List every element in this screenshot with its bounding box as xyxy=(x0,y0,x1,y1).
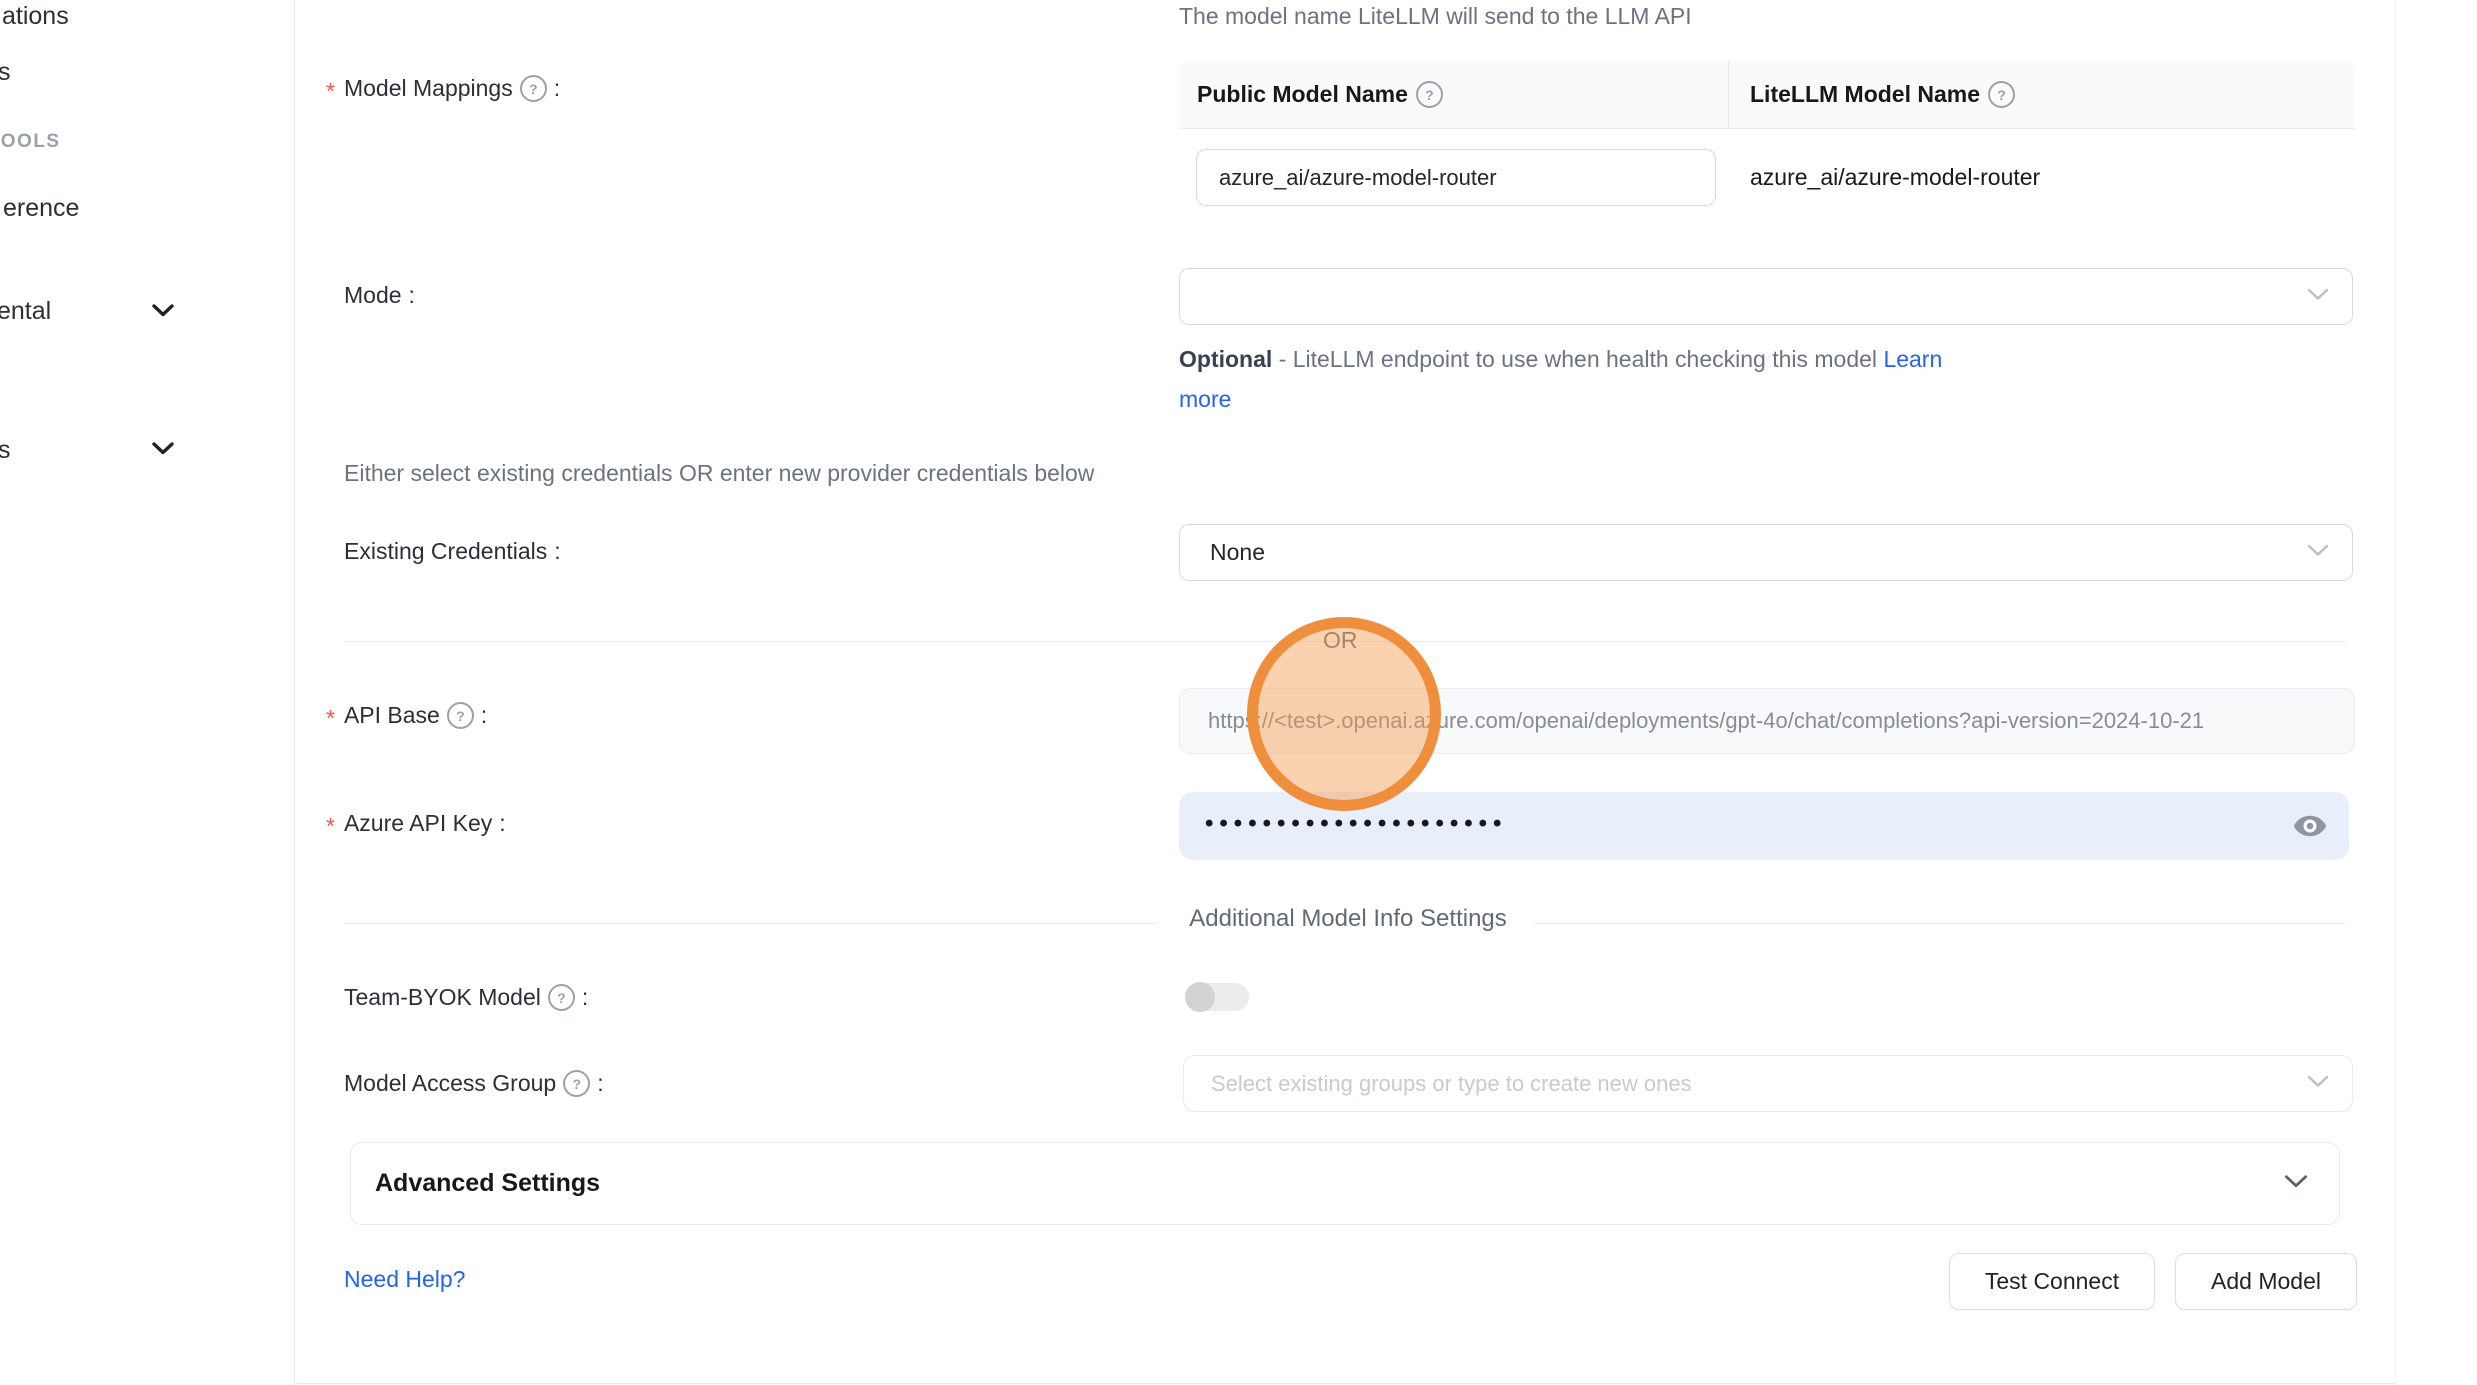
or-divider-label: OR xyxy=(1313,627,1368,654)
learn-more-link[interactable]: Learn xyxy=(1883,346,1942,372)
sidebar-section-tools: TOOLS xyxy=(0,131,61,153)
team-byok-label-text: Team-BYOK Model xyxy=(344,984,541,1011)
sidebar-item-5[interactable]: s xyxy=(0,436,11,465)
api-base-label-text: API Base xyxy=(344,702,440,729)
sidebar: ations s TOOLS erence ental s xyxy=(0,0,295,1385)
help-icon[interactable]: ? xyxy=(548,984,575,1011)
chevron-down-icon xyxy=(2306,1074,2330,1094)
chevron-down-icon xyxy=(2283,1173,2309,1194)
chevron-down-icon xyxy=(2306,287,2330,307)
panel-bottom-border xyxy=(297,1383,2395,1384)
azure-api-key-label: * Azure API Key : xyxy=(326,810,506,837)
azure-api-key-input[interactable]: ••••••••••••••••••••• xyxy=(1179,792,2349,860)
mode-hint-line1: Optional - LiteLLM endpoint to use when … xyxy=(1179,346,1942,373)
colon: : xyxy=(554,75,560,102)
help-icon[interactable]: ? xyxy=(520,75,547,102)
model-mappings-label: * Model Mappings ? : xyxy=(326,75,560,102)
credentials-hint: Either select existing credentials OR en… xyxy=(344,460,1094,487)
sidebar-item-4[interactable]: ental xyxy=(0,297,51,326)
colon: : xyxy=(409,282,415,309)
public-model-name-header-text: Public Model Name xyxy=(1197,81,1408,108)
required-asterisk: * xyxy=(326,78,335,105)
chevron-down-icon xyxy=(2306,543,2330,563)
advanced-settings-panel[interactable]: Advanced Settings xyxy=(350,1142,2340,1225)
model-access-group-label: Model Access Group ? : xyxy=(344,1070,604,1097)
model-access-group-placeholder: Select existing groups or type to create… xyxy=(1184,1071,1692,1097)
help-icon[interactable]: ? xyxy=(1416,81,1443,108)
need-help-link[interactable]: Need Help? xyxy=(344,1266,465,1293)
test-connect-button[interactable]: Test Connect xyxy=(1949,1253,2155,1310)
required-asterisk: * xyxy=(326,813,335,840)
required-asterisk: * xyxy=(326,705,335,732)
model-name-hint: The model name LiteLLM will send to the … xyxy=(1179,3,1692,30)
learn-more-link[interactable]: more xyxy=(1179,386,1231,412)
add-model-page: ations s TOOLS erence ental s The model … xyxy=(0,0,2477,1385)
existing-credentials-label-text: Existing Credentials xyxy=(344,538,547,565)
advanced-settings-label: Advanced Settings xyxy=(351,1169,600,1198)
public-model-name-header: Public Model Name ? xyxy=(1179,61,1729,128)
mappings-table-row: azure_ai/azure-model-router xyxy=(1179,129,2355,259)
mode-hint-line2: more xyxy=(1179,386,1231,413)
panel-right-border xyxy=(2395,0,2396,1385)
sidebar-item-1[interactable]: ations xyxy=(2,2,69,31)
mode-label: Mode : xyxy=(344,282,415,309)
masked-key-value: ••••••••••••••••••••• xyxy=(1179,810,1507,838)
model-mappings-label-text: Model Mappings xyxy=(344,75,513,102)
model-access-group-label-text: Model Access Group xyxy=(344,1070,556,1097)
litellm-model-name-header-text: LiteLLM Model Name xyxy=(1750,81,1980,108)
existing-credentials-value: None xyxy=(1180,539,1265,566)
model-mappings-table: Public Model Name ? LiteLLM Model Name ?… xyxy=(1179,61,2355,259)
colon: : xyxy=(481,702,487,729)
sidebar-item-2[interactable]: s xyxy=(0,58,11,87)
litellm-model-name-header: LiteLLM Model Name ? xyxy=(1729,81,2015,108)
additional-settings-divider-label: Additional Model Info Settings xyxy=(1163,905,1533,933)
team-byok-label: Team-BYOK Model ? : xyxy=(344,984,588,1011)
help-icon[interactable]: ? xyxy=(447,702,474,729)
existing-credentials-select[interactable]: None xyxy=(1179,524,2353,581)
team-byok-toggle[interactable] xyxy=(1185,983,1249,1011)
help-icon[interactable]: ? xyxy=(1988,81,2015,108)
section-divider-line xyxy=(1533,923,2346,924)
toggle-knob xyxy=(1185,982,1215,1012)
mode-hint-bold: Optional xyxy=(1179,346,1272,372)
chevron-down-icon[interactable] xyxy=(151,303,175,318)
help-icon[interactable]: ? xyxy=(563,1070,590,1097)
mode-select[interactable] xyxy=(1179,268,2353,325)
azure-api-key-label-text: Azure API Key xyxy=(344,810,492,837)
sidebar-item-3[interactable]: erence xyxy=(3,194,79,223)
litellm-model-name-value: azure_ai/azure-model-router xyxy=(1750,149,2040,206)
api-base-input[interactable] xyxy=(1179,688,2355,754)
existing-credentials-label: Existing Credentials : xyxy=(344,538,561,565)
section-divider-line xyxy=(344,923,1157,924)
mode-hint-body: - LiteLLM endpoint to use when health ch… xyxy=(1272,346,1883,372)
model-access-group-select[interactable]: Select existing groups or type to create… xyxy=(1183,1055,2353,1112)
colon: : xyxy=(499,810,505,837)
colon: : xyxy=(582,984,588,1011)
colon: : xyxy=(554,538,560,565)
eye-icon[interactable] xyxy=(2287,805,2333,847)
mode-label-text: Mode xyxy=(344,282,402,309)
api-base-label: * API Base ? : xyxy=(326,702,487,729)
public-model-name-input[interactable] xyxy=(1196,149,1716,206)
chevron-down-icon[interactable] xyxy=(151,441,175,456)
colon: : xyxy=(597,1070,603,1097)
mappings-table-header: Public Model Name ? LiteLLM Model Name ? xyxy=(1179,61,2355,129)
add-model-button[interactable]: Add Model xyxy=(2175,1253,2357,1310)
